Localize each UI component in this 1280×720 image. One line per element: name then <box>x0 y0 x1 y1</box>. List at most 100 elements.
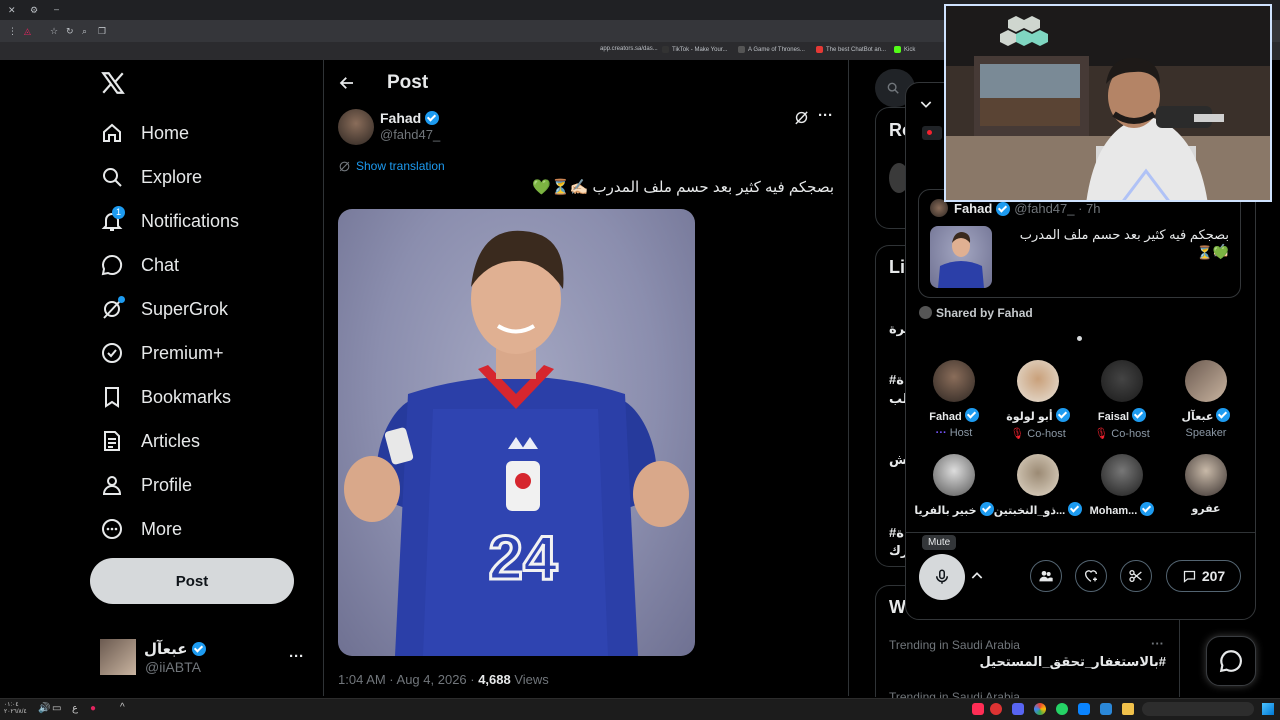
grok-icon[interactable] <box>793 109 810 126</box>
trend-partial[interactable]: #ة <box>889 372 904 388</box>
member-role: 🎙 Co-host <box>1077 427 1167 440</box>
mic-button[interactable] <box>919 554 965 600</box>
settings-icon[interactable]: ⚙ <box>30 5 38 15</box>
space-member[interactable]: Faisal 🎙 Co-host <box>1077 360 1167 440</box>
space-member[interactable]: ذو_النخبتين... <box>993 454 1083 517</box>
avatar[interactable] <box>100 639 136 675</box>
nav-notifications[interactable]: 1 Notifications <box>100 204 239 238</box>
notification-badge: 1 <box>112 206 125 219</box>
member-name: عفرو <box>1161 502 1251 515</box>
bookmark-2[interactable]: TikTok - Make Your... <box>662 46 727 53</box>
trend-partial[interactable]: #ة <box>889 525 904 541</box>
collapse-chevron-icon[interactable] <box>918 96 934 112</box>
space-member[interactable]: أبو لولوة 🎙 Co-host <box>993 360 1083 440</box>
app-edge-icon[interactable] <box>1100 703 1112 715</box>
space-member[interactable]: عفرو <box>1161 454 1251 515</box>
article-icon <box>100 429 124 453</box>
nav-profile[interactable]: Profile <box>100 468 192 502</box>
taskbar-search-input[interactable] <box>1142 702 1254 716</box>
chat-fab-button[interactable] <box>1206 636 1256 686</box>
comments-button[interactable]: 207 <box>1166 560 1241 592</box>
mic-tray-icon[interactable]: ● <box>90 703 96 714</box>
post-time[interactable]: 1:04 AM · Aug 4, 2026 · <box>338 672 478 687</box>
volume-icon[interactable]: 🔊 <box>38 703 50 714</box>
post-button[interactable]: Post <box>90 558 294 604</box>
wifi-icon[interactable]: ▭ <box>52 703 61 714</box>
back-arrow-icon[interactable] <box>338 74 356 92</box>
trend-hashtag[interactable]: #بالاستغفار_تحقق_المستحيل <box>889 654 1166 670</box>
refresh-icon[interactable]: ↻ <box>66 26 74 36</box>
home-icon <box>100 121 124 145</box>
start-icon[interactable] <box>1262 703 1274 715</box>
nav-articles[interactable]: Articles <box>100 424 200 458</box>
app-whatsapp-icon[interactable] <box>1056 703 1068 715</box>
close-window-icon[interactable]: ✕ <box>8 5 16 15</box>
nav-bookmarks[interactable]: Bookmarks <box>100 380 231 414</box>
author-handle[interactable]: @fahd47_ <box>380 127 440 142</box>
account-more-button[interactable]: ··· <box>289 648 304 665</box>
app-store-icon[interactable] <box>1078 703 1090 715</box>
x-logo-icon[interactable] <box>100 70 126 96</box>
menu-icon[interactable]: ⋮ <box>8 26 17 36</box>
space-member[interactable]: خبير بالفريا <box>909 454 999 517</box>
member-name-text: خبير بالفريا <box>914 505 977 517</box>
bookmark-5[interactable]: Kick <box>894 46 915 53</box>
nav-notifications-label: Notifications <box>141 210 240 231</box>
member-name: Moham... <box>1077 502 1167 517</box>
participants-button[interactable] <box>1030 560 1062 592</box>
nav-more[interactable]: More <box>100 512 182 546</box>
bookmark-3[interactable]: A Game of Thrones... <box>738 46 805 53</box>
author-avatar[interactable] <box>338 109 374 145</box>
minimize-icon[interactable]: – <box>54 4 59 14</box>
search-icon <box>887 82 899 94</box>
clip-button[interactable] <box>1120 560 1152 592</box>
verified-badge-icon <box>1216 408 1231 422</box>
microphone-icon <box>936 569 948 584</box>
app-tiktok-icon[interactable] <box>972 703 984 715</box>
nav-chat[interactable]: Chat <box>100 248 179 282</box>
space-member[interactable]: عبعآل Speaker <box>1161 360 1251 439</box>
post-more-button[interactable]: ··· <box>818 107 833 124</box>
section-heading-partial: W <box>889 597 906 617</box>
author-name[interactable]: Fahad <box>380 110 440 126</box>
react-button[interactable] <box>1075 560 1107 592</box>
tabs-icon[interactable]: ❐ <box>98 26 106 36</box>
shared-by-label: Shared by Fahad <box>936 306 1033 320</box>
space-member[interactable]: Moham... <box>1077 454 1167 517</box>
tray-chevron-icon[interactable]: ^ <box>120 702 125 713</box>
trend-more-button[interactable]: ··· <box>1151 636 1164 651</box>
bookmark-4[interactable]: The best ChatBot an... <box>816 46 886 53</box>
nav-more-label: More <box>141 518 183 539</box>
expand-chevron-icon[interactable] <box>969 568 985 584</box>
app-obs-icon[interactable] <box>990 703 1002 715</box>
nav-premium[interactable]: Premium+ <box>100 336 224 370</box>
extension-icon[interactable]: ◬ <box>24 26 31 36</box>
search-lens-icon[interactable]: ⌕ <box>82 26 87 36</box>
nav-supergrok[interactable]: SuperGrok <box>100 292 228 326</box>
member-name-text: عبعآل <box>1181 411 1214 423</box>
new-dot <box>118 296 125 303</box>
bookmark-1[interactable]: app.creators.sa/das... <box>600 46 658 52</box>
comment-count: 207 <box>1201 568 1226 584</box>
member-role: ··· Host <box>909 427 999 439</box>
host-dots-icon: ··· <box>935 427 947 439</box>
star-icon[interactable]: ☆ <box>50 26 58 36</box>
app-explorer-icon[interactable] <box>1122 703 1134 715</box>
member-name: خبير بالفريا <box>909 502 999 517</box>
nav-explore[interactable]: Explore <box>100 160 202 194</box>
member-avatar <box>1017 360 1059 402</box>
space-member[interactable]: Fahad ··· Host <box>909 360 999 439</box>
language-indicator[interactable]: ع <box>72 703 78 714</box>
post-image[interactable]: 24 <box>338 209 695 656</box>
member-avatar <box>1185 454 1227 496</box>
show-translation-link[interactable]: Show translation <box>338 159 445 173</box>
app-chrome-icon[interactable] <box>1034 703 1046 715</box>
nav-home[interactable]: Home <box>100 116 189 150</box>
app-discord-icon[interactable] <box>1012 703 1024 715</box>
account-name-text: عبعآل <box>144 641 188 658</box>
member-name-text: ذو_النخبتين... <box>993 505 1066 517</box>
live-indicator <box>922 126 942 140</box>
people-icon <box>1039 571 1053 582</box>
nav-premium-label: Premium+ <box>141 342 224 363</box>
os-taskbar: ٠١:٠٤ ٢٠٢٦/٨/٤ 🔊 ▭ ع ● ^ <box>0 698 1280 720</box>
